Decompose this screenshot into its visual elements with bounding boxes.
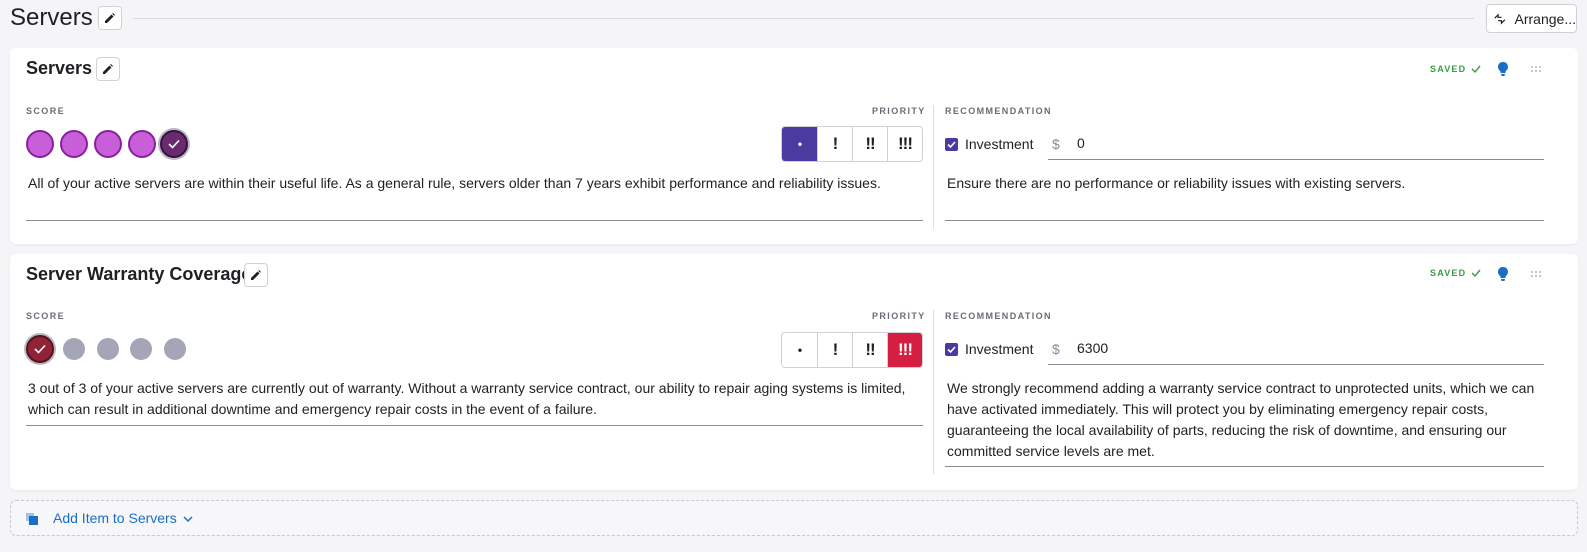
check-icon	[1471, 269, 1481, 278]
score-dot-1-selected[interactable]	[26, 335, 54, 363]
drag-handle-icon[interactable]	[1530, 64, 1542, 74]
column-divider	[933, 105, 934, 229]
score-dot-5[interactable]	[164, 338, 186, 360]
column-divider	[933, 310, 934, 474]
arrange-icon	[1494, 12, 1506, 25]
assessment-card-server-warranty: Server Warranty Coverage SAVED SCORE PRI…	[10, 254, 1578, 490]
lightbulb-icon[interactable]	[1495, 266, 1511, 282]
priority-high-button[interactable]: !!!	[887, 333, 922, 367]
priority-medium-button[interactable]: !!	[852, 333, 887, 367]
investment-underline	[1048, 159, 1544, 160]
arrange-label: Arrange...	[1514, 10, 1576, 27]
pencil-icon	[103, 64, 113, 74]
add-item-button[interactable]: Add Item to Servers	[10, 500, 1578, 536]
recommendation-underline	[945, 466, 1544, 467]
summary-underline	[26, 220, 923, 221]
edit-card-title-button[interactable]	[244, 263, 268, 287]
check-icon	[168, 139, 180, 149]
chevron-down-icon	[183, 516, 193, 523]
currency-symbol: $	[1052, 341, 1060, 357]
score-dot-1[interactable]	[26, 130, 54, 158]
add-item-icon	[26, 513, 38, 525]
priority-low-button[interactable]: !	[817, 127, 852, 161]
investment-underline	[1048, 364, 1544, 365]
investment-label: Investment	[965, 341, 1034, 357]
priority-label: PRIORITY	[872, 311, 926, 321]
score-dot-2[interactable]	[63, 338, 85, 360]
priority-high-button[interactable]: !!!	[887, 127, 922, 161]
priority-selector: • ! !! !!!	[781, 332, 923, 368]
priority-medium-button[interactable]: !!	[852, 127, 887, 161]
lightbulb-icon[interactable]	[1495, 61, 1511, 77]
card-title: Servers	[26, 58, 93, 78]
check-icon	[947, 141, 956, 149]
saved-label: SAVED	[1430, 268, 1467, 278]
saved-status: SAVED	[1430, 268, 1481, 278]
summary-text[interactable]: 3 out of 3 of your active servers are cu…	[28, 378, 908, 420]
summary-text[interactable]: All of your active servers are within th…	[28, 173, 908, 194]
score-dot-3[interactable]	[97, 338, 119, 360]
pencil-icon	[251, 270, 261, 280]
priority-label: PRIORITY	[872, 106, 926, 116]
check-icon	[1471, 65, 1481, 74]
score-dot-2[interactable]	[60, 130, 88, 158]
saved-label: SAVED	[1430, 64, 1467, 74]
edit-title-button[interactable]	[98, 6, 122, 30]
pencil-icon	[105, 13, 115, 23]
recommendation-underline	[945, 220, 1544, 221]
page-header: Servers Arrange...	[0, 0, 1587, 38]
priority-none-button[interactable]: •	[782, 333, 817, 367]
page-title: Servers	[10, 4, 93, 31]
summary-underline	[26, 425, 923, 426]
score-label: SCORE	[26, 106, 66, 116]
score-dot-4[interactable]	[130, 338, 152, 360]
recommendation-text[interactable]: We strongly recommend adding a warranty …	[947, 378, 1543, 462]
add-item-label: Add Item to Servers	[53, 510, 177, 526]
score-dot-5-selected[interactable]	[160, 130, 188, 158]
recommendation-text[interactable]: Ensure there are no performance or relia…	[947, 173, 1543, 194]
arrange-button[interactable]: Arrange...	[1486, 4, 1577, 33]
recommendation-label: RECOMMENDATION	[945, 311, 1052, 321]
check-icon	[947, 346, 956, 354]
investment-checkbox[interactable]	[945, 343, 958, 356]
check-icon	[34, 344, 46, 354]
currency-symbol: $	[1052, 136, 1060, 152]
priority-low-button[interactable]: !	[817, 333, 852, 367]
score-dot-3[interactable]	[94, 130, 122, 158]
investment-checkbox[interactable]	[945, 138, 958, 151]
score-dot-4[interactable]	[128, 130, 156, 158]
header-divider	[133, 18, 1474, 19]
assessment-card-servers: Servers SAVED SCORE PRIORITY RECOMMENDAT…	[10, 48, 1578, 244]
recommendation-label: RECOMMENDATION	[945, 106, 1052, 116]
edit-card-title-button[interactable]	[96, 57, 120, 81]
card-title: Server Warranty Coverage	[26, 264, 252, 284]
investment-label: Investment	[965, 136, 1034, 152]
investment-input[interactable]: 0	[1077, 135, 1085, 151]
investment-input[interactable]: 6300	[1077, 340, 1108, 356]
drag-handle-icon[interactable]	[1530, 269, 1542, 279]
priority-selector: • ! !! !!!	[781, 126, 923, 162]
score-label: SCORE	[26, 311, 66, 321]
saved-status: SAVED	[1430, 64, 1481, 74]
priority-none-button[interactable]: •	[782, 127, 817, 161]
